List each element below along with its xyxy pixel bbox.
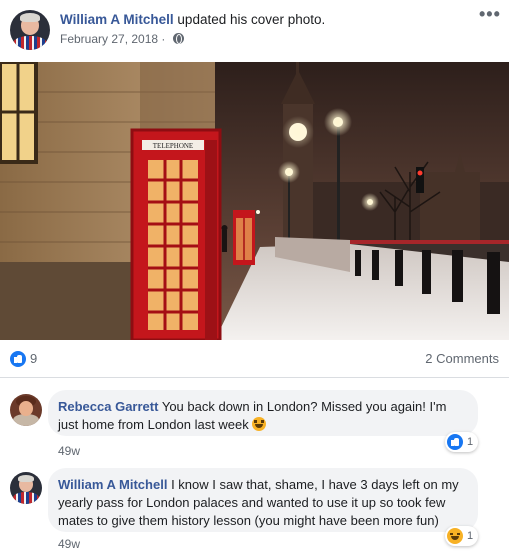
comment-text: You back down in London? Missed you agai…: [161, 399, 447, 414]
post-author-line: William A Mitchell updated his cover pho…: [60, 12, 325, 27]
comment-reaction-count: 1: [467, 530, 474, 542]
commenter-avatar[interactable]: [10, 394, 42, 426]
comment-bubble: William A Mitchell I know I saw that, sh…: [48, 468, 478, 532]
commenter-avatar[interactable]: [10, 472, 42, 504]
comment-text: just home from London last week: [58, 417, 249, 432]
comments-count-link[interactable]: 2 Comments: [425, 351, 499, 366]
commenter-name[interactable]: William A Mitchell: [58, 477, 167, 492]
reactions-bar: 9 2 Comments: [0, 340, 509, 378]
haha-icon: [447, 528, 463, 544]
post-header: William A Mitchell updated his cover pho…: [0, 0, 509, 62]
comment-item: William A Mitchell I know I saw that, sh…: [0, 468, 509, 553]
more-horizontal-icon[interactable]: •••: [479, 5, 500, 23]
comment-text: I know I saw that, shame, I have 3 days …: [171, 477, 459, 492]
post-author-name[interactable]: William A Mitchell: [60, 12, 174, 27]
comment-reaction-count: 1: [467, 436, 474, 448]
comment-item: Rebecca Garrett You back down in London?…: [0, 390, 509, 460]
like-count[interactable]: 9: [30, 351, 37, 366]
comment-timestamp[interactable]: 49w: [58, 444, 80, 458]
comment-text: yearly pass for London palaces and wante…: [58, 495, 446, 510]
globe-icon[interactable]: [172, 33, 184, 44]
author-avatar[interactable]: [10, 10, 50, 50]
post-action-text: updated his cover photo.: [177, 12, 326, 27]
comment-timestamp[interactable]: 49w: [58, 537, 80, 551]
comment-text: mates to give them history lesson (you m…: [58, 513, 439, 528]
commenter-name[interactable]: Rebecca Garrett: [58, 399, 158, 414]
laughing-emoji-icon: [252, 417, 267, 431]
comment-bubble: Rebecca Garrett You back down in London?…: [48, 390, 478, 436]
cover-photo[interactable]: TELEPHONE: [0, 62, 509, 340]
comment-reaction-badge[interactable]: 1: [445, 432, 479, 452]
post-meta: February 27, 2018 ·: [60, 32, 184, 46]
post-date[interactable]: February 27, 2018: [60, 32, 158, 46]
like-icon: [447, 434, 463, 450]
like-icon[interactable]: [10, 351, 26, 367]
cover-photo-image: TELEPHONE: [0, 62, 509, 340]
telephone-sign-text: TELEPHONE: [153, 142, 193, 150]
comment-reaction-badge[interactable]: 1: [445, 526, 479, 546]
